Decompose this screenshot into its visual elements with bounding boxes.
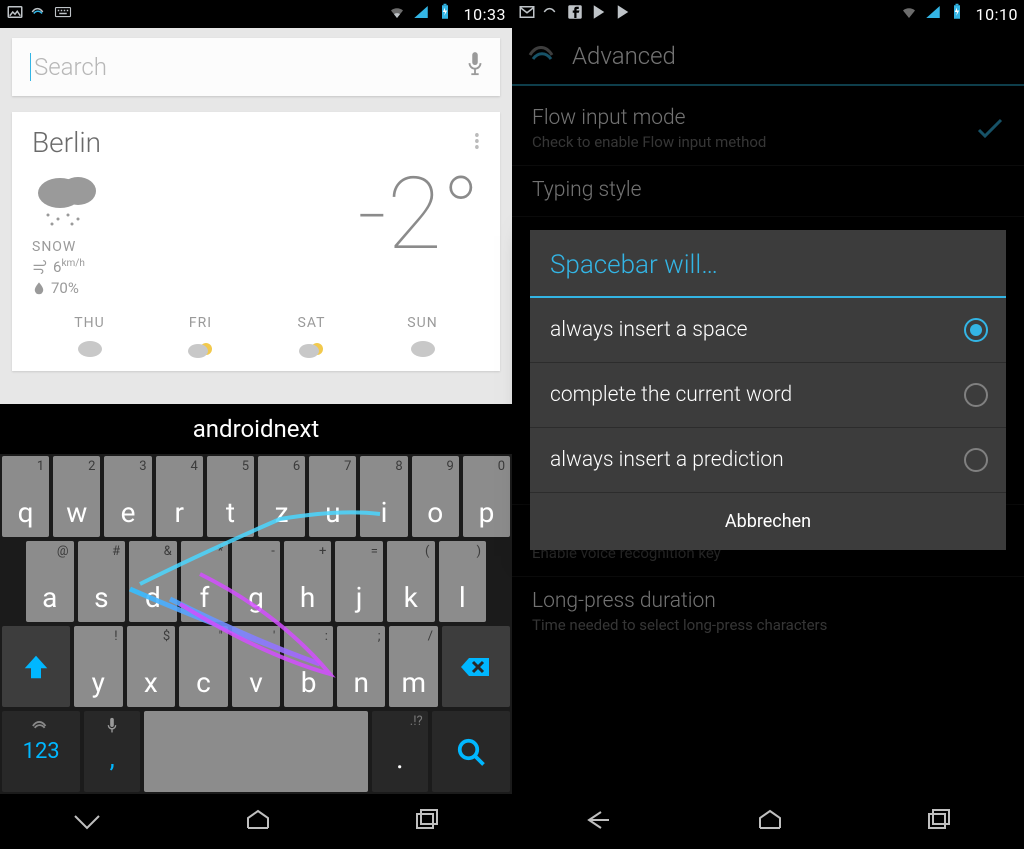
key-c[interactable]: c" <box>179 626 228 707</box>
nav-back-button[interactable] <box>583 808 615 836</box>
period-key[interactable]: .!? . <box>372 711 428 792</box>
key-z[interactable]: z6 <box>258 456 305 537</box>
phone-right: 10:10 Advanced Flow input mode Check to … <box>512 0 1024 849</box>
forecast-day: SAT <box>256 315 367 365</box>
nav-home-button[interactable] <box>244 808 272 836</box>
key-t[interactable]: t5 <box>207 456 254 537</box>
keyboard-suggestion[interactable]: androidnext <box>0 404 512 454</box>
key-v[interactable]: v' <box>232 626 281 707</box>
key-n[interactable]: n; <box>337 626 386 707</box>
dialog-option[interactable]: always insert a space <box>530 298 1006 363</box>
card-overflow-icon[interactable]: ••• <box>474 134 480 152</box>
spacebar-dialog: Spacebar will… always insert a space com… <box>530 230 1006 550</box>
google-now-area: Search Berlin ••• <box>0 28 512 404</box>
swiftkey-status-icon <box>30 3 48 25</box>
numbers-key[interactable]: 123 <box>2 711 80 792</box>
dialog-cancel-button[interactable]: Abbrechen <box>530 493 1006 550</box>
voice-key[interactable]: , <box>84 711 140 792</box>
key-b[interactable]: b: <box>284 626 333 707</box>
key-h[interactable]: h+ <box>284 541 332 622</box>
battery-charging-icon <box>948 3 966 25</box>
radio-unselected-icon[interactable] <box>964 383 988 407</box>
swiftkey-keyboard: androidnext q1w2e3r4t5z6u7i8o9p0 a@s#d&f… <box>0 404 512 794</box>
nav-recents-button[interactable] <box>925 808 953 836</box>
key-x[interactable]: x$ <box>127 626 176 707</box>
signal-icon <box>924 3 942 25</box>
gmail-icon <box>518 3 536 25</box>
keyboard-row-3: y!x$c"v'b:n;m/ <box>0 624 512 709</box>
key-g[interactable]: g- <box>232 541 280 622</box>
dialog-option[interactable]: always insert a prediction <box>530 428 1006 493</box>
facebook-icon <box>566 3 584 25</box>
forecast-day: THU <box>34 315 145 365</box>
swiftkey-status-icon <box>542 3 560 25</box>
weather-temperature: -2° <box>357 165 480 297</box>
phone-left: 10:33 Search Berlin ••• <box>0 0 512 849</box>
keyboard-row-4: 123 , .!? . <box>0 709 512 794</box>
wifi-icon <box>900 3 918 25</box>
weather-wind: 6km/h <box>32 258 182 276</box>
radio-selected-icon[interactable] <box>964 318 988 342</box>
keyboard-row-1: q1w2e3r4t5z6u7i8o9p0 <box>0 454 512 539</box>
weather-card[interactable]: Berlin ••• SNOW <box>12 112 500 371</box>
play-store-icon <box>590 3 608 25</box>
keyboard-row-2: a@s#d&f*g-h+j=k(l) <box>0 539 512 624</box>
key-m[interactable]: m/ <box>389 626 438 707</box>
status-clock: 10:33 <box>464 5 506 24</box>
key-e[interactable]: e3 <box>104 456 151 537</box>
status-clock: 10:10 <box>976 5 1018 24</box>
shift-key[interactable] <box>2 626 70 707</box>
forecast-row: THU FRI SAT SUN <box>32 315 480 365</box>
backspace-key[interactable] <box>442 626 510 707</box>
key-w[interactable]: w2 <box>53 456 100 537</box>
play-store-icon <box>614 3 632 25</box>
key-i[interactable]: i8 <box>360 456 407 537</box>
key-r[interactable]: r4 <box>156 456 203 537</box>
search-placeholder: Search <box>34 53 107 81</box>
weather-snow-icon <box>32 169 102 229</box>
signal-icon <box>412 3 430 25</box>
key-u[interactable]: u7 <box>309 456 356 537</box>
battery-charging-icon <box>436 3 454 25</box>
key-p[interactable]: p0 <box>463 456 510 537</box>
key-j[interactable]: j= <box>335 541 383 622</box>
nav-back-button[interactable] <box>71 808 103 836</box>
dialog-title: Spacebar will… <box>530 230 1006 298</box>
microphone-icon[interactable] <box>464 50 486 84</box>
image-icon <box>6 3 24 25</box>
weather-city: Berlin <box>32 126 101 159</box>
nav-recents-button[interactable] <box>413 808 441 836</box>
status-bar: 10:33 <box>0 0 512 28</box>
weather-precip: 70% <box>32 279 182 297</box>
nav-bar <box>0 794 512 849</box>
nav-home-button[interactable] <box>756 808 784 836</box>
spacebar-key[interactable] <box>144 711 368 792</box>
radio-unselected-icon[interactable] <box>964 448 988 472</box>
key-k[interactable]: k( <box>387 541 435 622</box>
key-a[interactable]: a@ <box>26 541 74 622</box>
key-q[interactable]: q1 <box>2 456 49 537</box>
key-l[interactable]: l) <box>439 541 487 622</box>
key-f[interactable]: f* <box>181 541 229 622</box>
forecast-day: FRI <box>145 315 256 365</box>
wifi-icon <box>388 3 406 25</box>
dialog-option[interactable]: complete the current word <box>530 363 1006 428</box>
keyboard-status-icon <box>54 3 72 25</box>
search-bar[interactable]: Search <box>12 38 500 96</box>
forecast-day: SUN <box>367 315 478 365</box>
status-bar: 10:10 <box>512 0 1024 28</box>
nav-bar <box>512 794 1024 849</box>
key-y[interactable]: y! <box>74 626 123 707</box>
search-key[interactable] <box>432 711 510 792</box>
weather-condition: SNOW <box>32 239 182 255</box>
key-d[interactable]: d& <box>129 541 177 622</box>
text-cursor <box>30 53 31 81</box>
key-s[interactable]: s# <box>78 541 126 622</box>
key-o[interactable]: o9 <box>412 456 459 537</box>
